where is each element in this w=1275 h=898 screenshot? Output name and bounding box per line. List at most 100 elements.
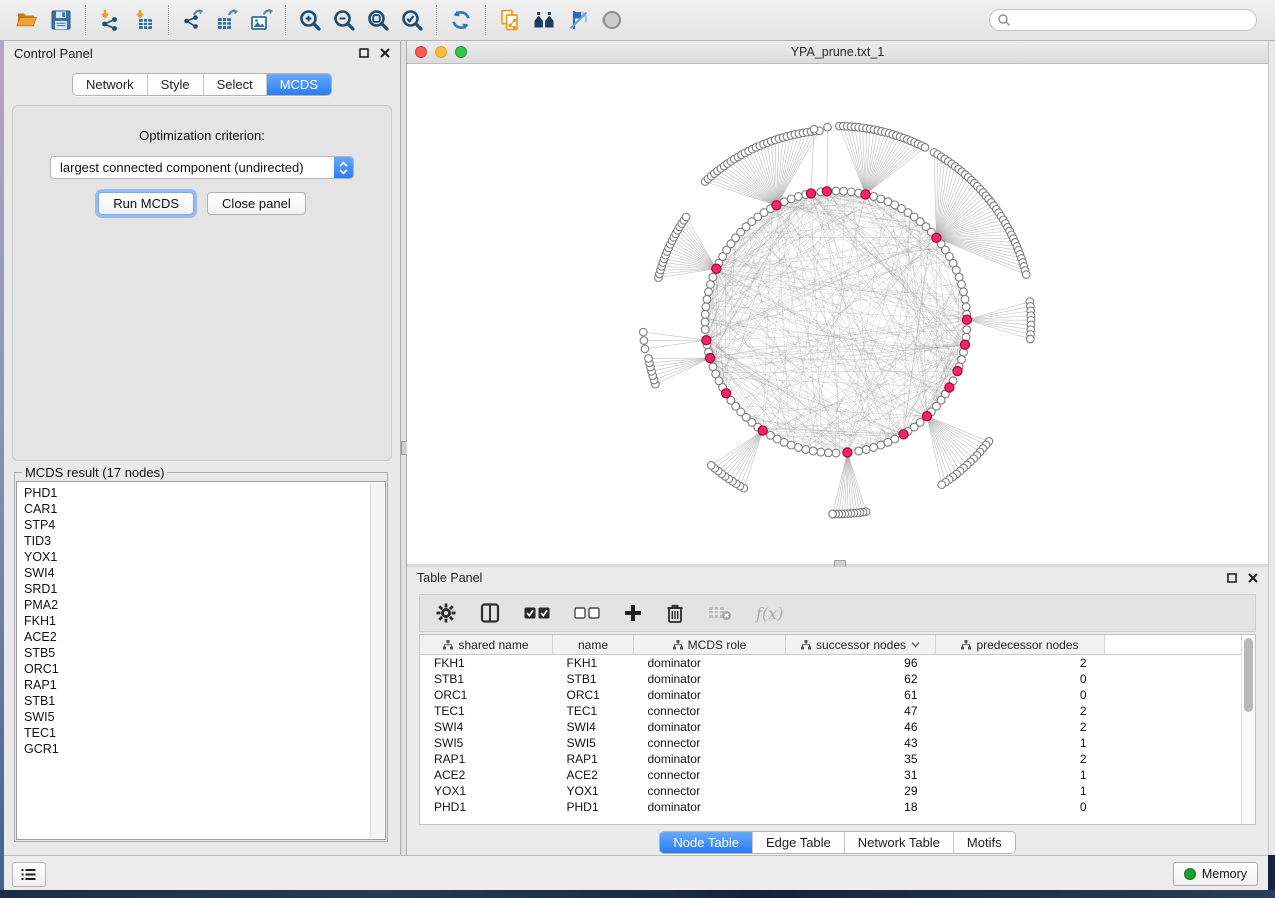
node-table[interactable]: shared namenameMCDS rolesuccessor nodesp…	[420, 635, 1256, 815]
table-row[interactable]: TEC1TEC1connector472	[420, 703, 1256, 719]
table-row[interactable]: ORC1ORC1dominator610	[420, 687, 1256, 703]
ring-node[interactable]	[877, 441, 885, 449]
mcds-hub-node[interactable]	[899, 430, 908, 439]
leaf-node[interactable]	[640, 328, 648, 336]
save-session-button[interactable]	[44, 5, 78, 35]
ring-node[interactable]	[707, 281, 715, 289]
column-header-predecessor-nodes[interactable]: predecessor nodes	[936, 635, 1105, 655]
ring-node[interactable]	[855, 447, 863, 455]
zoom-fit-button[interactable]	[361, 5, 395, 35]
mcds-result-item[interactable]: SWI5	[24, 709, 385, 725]
select-all-button[interactable]	[524, 606, 550, 620]
mcds-hub-node[interactable]	[932, 233, 941, 242]
mcds-result-item[interactable]: SWI4	[24, 565, 385, 581]
run-mcds-button[interactable]: Run MCDS	[98, 192, 194, 215]
leaf-node[interactable]	[810, 125, 818, 133]
ring-node[interactable]	[958, 281, 966, 289]
mcds-hub-node[interactable]	[806, 189, 815, 198]
table-scrollbar[interactable]	[1241, 635, 1255, 824]
column-header-MCDS-role[interactable]: MCDS role	[634, 635, 786, 655]
mcds-result-item[interactable]: STB1	[24, 693, 385, 709]
ring-node[interactable]	[832, 187, 840, 195]
import-table-button[interactable]	[127, 5, 161, 35]
table-row[interactable]: SWI4SWI4dominator462	[420, 719, 1256, 735]
table-row[interactable]: SWI5SWI5connector431	[420, 735, 1256, 751]
ring-node[interactable]	[958, 356, 966, 364]
optimization-select[interactable]: largest connected component (undirected)	[50, 156, 354, 179]
ring-node[interactable]	[963, 326, 971, 334]
zoom-out-button[interactable]	[327, 5, 361, 35]
ring-node[interactable]	[702, 303, 710, 311]
hide-selected-button[interactable]	[561, 5, 595, 35]
settings-gear-button[interactable]	[436, 603, 456, 623]
table-row[interactable]: FKH1FKH1dominator962	[420, 655, 1256, 672]
mcds-hub-node[interactable]	[843, 448, 852, 457]
close-panel-icon[interactable]	[380, 48, 390, 58]
mcds-result-item[interactable]: YOX1	[24, 549, 385, 565]
close-panel-button[interactable]: Close panel	[207, 192, 306, 215]
leaf-node[interactable]	[829, 510, 837, 518]
function-builder-button[interactable]: f(x)	[756, 604, 783, 623]
table-row[interactable]: ACE2ACE2connector311	[420, 767, 1256, 783]
mcds-hub-node[interactable]	[712, 264, 721, 273]
search-input[interactable]	[989, 9, 1257, 31]
table-row[interactable]: RAP1RAP1dominator352	[420, 751, 1256, 767]
mcds-result-item[interactable]: FKH1	[24, 613, 385, 629]
mcds-hub-node[interactable]	[861, 190, 870, 199]
ring-node[interactable]	[802, 446, 810, 454]
tab-mcds[interactable]: MCDS	[266, 74, 331, 95]
mcds-result-item[interactable]: RAP1	[24, 677, 385, 693]
panel-menu-button[interactable]	[12, 862, 46, 887]
ring-node[interactable]	[795, 193, 803, 201]
table-scrollbar-thumb[interactable]	[1244, 638, 1253, 712]
tab-network[interactable]: Network	[73, 74, 147, 95]
ring-node[interactable]	[840, 187, 848, 195]
mcds-result-item[interactable]: TID3	[24, 533, 385, 549]
panel-splitter[interactable]	[400, 41, 407, 855]
mcds-result-item[interactable]: GCR1	[24, 741, 385, 757]
open-session-button[interactable]	[10, 5, 44, 35]
ring-node[interactable]	[703, 295, 711, 303]
mcds-result-item[interactable]: ORC1	[24, 661, 385, 677]
mcds-result-item[interactable]: PHD1	[24, 485, 385, 501]
ring-node[interactable]	[705, 288, 713, 296]
first-neighbors-button[interactable]	[527, 5, 561, 35]
ring-node[interactable]	[787, 195, 795, 203]
tab-motifs[interactable]: Motifs	[953, 832, 1015, 853]
ring-node[interactable]	[962, 303, 970, 311]
mcds-hub-node[interactable]	[772, 201, 781, 210]
export-image-button[interactable]	[244, 5, 278, 35]
ring-node[interactable]	[870, 444, 878, 452]
column-header-name[interactable]: name	[553, 635, 634, 655]
ring-node[interactable]	[795, 444, 803, 452]
table-row[interactable]: YOX1YOX1connector291	[420, 783, 1256, 799]
float-table-panel-icon[interactable]	[1227, 573, 1237, 583]
zoom-in-button[interactable]	[293, 5, 327, 35]
leaf-node[interactable]	[641, 345, 649, 353]
mcds-result-item[interactable]: STB5	[24, 645, 385, 661]
mcds-result-list[interactable]: PHD1CAR1STP4TID3YOX1SWI4SRD1PMA2FKH1ACE2…	[16, 481, 386, 840]
ring-node[interactable]	[701, 326, 709, 334]
mcds-hub-node[interactable]	[706, 354, 715, 363]
mcds-hub-node[interactable]	[722, 389, 731, 398]
ring-node[interactable]	[955, 273, 963, 281]
ring-node[interactable]	[862, 446, 870, 454]
apply-layout-button[interactable]	[444, 5, 478, 35]
import-network-button[interactable]	[93, 5, 127, 35]
show-all-button[interactable]	[595, 5, 629, 35]
leaf-node[interactable]	[1022, 271, 1030, 279]
mcds-result-item[interactable]: ACE2	[24, 629, 385, 645]
result-scrollbar[interactable]	[370, 483, 384, 838]
leaf-node[interactable]	[645, 355, 653, 363]
float-panel-icon[interactable]	[359, 48, 369, 58]
mcds-hub-node[interactable]	[962, 315, 971, 324]
tab-select[interactable]: Select	[203, 74, 266, 95]
ring-node[interactable]	[701, 311, 709, 319]
table-row[interactable]: STB1STB1dominator620	[420, 671, 1256, 687]
ring-node[interactable]	[825, 449, 833, 457]
ring-node[interactable]	[870, 193, 878, 201]
leaf-node[interactable]	[938, 481, 946, 489]
ring-node[interactable]	[809, 447, 817, 455]
mcds-result-item[interactable]: STP4	[24, 517, 385, 533]
leaf-node[interactable]	[921, 144, 929, 152]
